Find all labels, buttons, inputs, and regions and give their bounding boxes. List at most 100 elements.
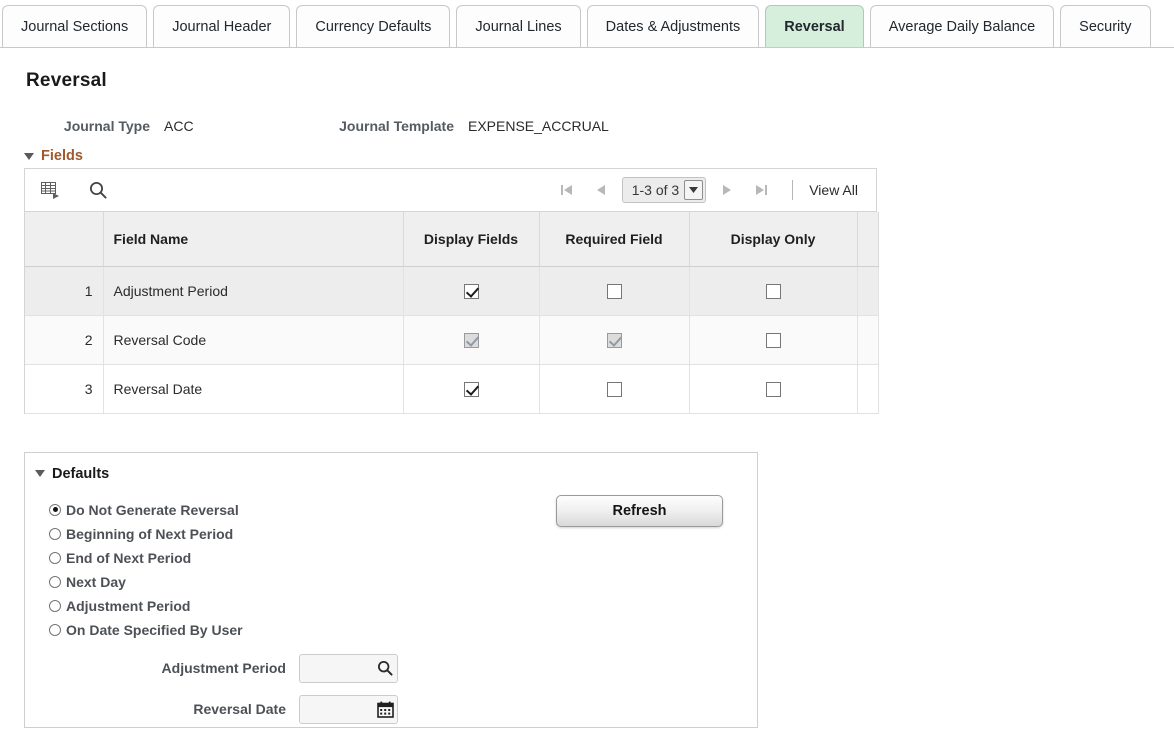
- field-name-cell: Adjustment Period: [103, 266, 404, 316]
- required-field-checkbox: [606, 332, 622, 348]
- required-field-cell: [539, 266, 690, 316]
- required-field-cell: [539, 364, 690, 414]
- lookup-search-icon[interactable]: [372, 654, 398, 683]
- page-range-label: 1-3 of 3: [631, 182, 680, 198]
- row-number: 2: [25, 315, 104, 365]
- tab-label: Journal Lines: [475, 18, 562, 35]
- radio-indicator[interactable]: [49, 599, 61, 612]
- first-page-icon[interactable]: [550, 177, 584, 203]
- defaults-panel: Defaults Do Not Generate Reversal Beginn…: [24, 451, 758, 728]
- column-header-required-field[interactable]: Required Field: [539, 212, 690, 267]
- fields-section-header[interactable]: Fields: [24, 148, 1174, 164]
- tab-label: Currency Defaults: [315, 18, 432, 35]
- radio-label: On Date Specified By User: [66, 621, 243, 638]
- view-all-link[interactable]: View All: [809, 182, 864, 198]
- radio-next-day[interactable]: Next Day: [49, 570, 757, 594]
- display-fields-cell: [403, 266, 540, 316]
- fields-grid: 1-3 of 3 View All Field Name Display Fie…: [24, 168, 879, 414]
- tab-label: Security: [1079, 18, 1132, 35]
- field-name-cell: Reversal Date: [103, 364, 404, 414]
- tab-label: Journal Header: [172, 18, 272, 35]
- display-fields-cell: [403, 364, 540, 414]
- table-header-row: Field Name Display Fields Required Field…: [25, 212, 879, 267]
- radio-indicator[interactable]: [49, 575, 61, 588]
- adjustment-period-row: Adjustment Period: [25, 653, 757, 683]
- radio-label: Do Not Generate Reversal: [66, 501, 239, 518]
- display-only-checkbox[interactable]: [765, 381, 781, 397]
- tab-dates-adjustments[interactable]: Dates & Adjustments: [586, 5, 760, 47]
- journal-type-label: Journal Type: [63, 118, 150, 134]
- page-title: Reversal: [26, 70, 107, 91]
- previous-page-icon[interactable]: [584, 177, 618, 203]
- required-field-cell: [539, 315, 690, 365]
- trailing-cell: [857, 364, 879, 414]
- radio-label: Adjustment Period: [66, 597, 191, 614]
- row-number: 3: [25, 364, 104, 414]
- reversal-date-row: Reversal Date: [25, 694, 757, 724]
- radio-indicator[interactable]: [49, 527, 61, 540]
- display-only-cell: [689, 266, 858, 316]
- grid-find-search-icon[interactable]: [87, 179, 109, 201]
- trailing-cell: [857, 266, 879, 316]
- display-only-checkbox[interactable]: [765, 283, 781, 299]
- column-header-display-fields[interactable]: Display Fields: [403, 212, 540, 267]
- radio-on-date-specified-by-user[interactable]: On Date Specified By User: [49, 618, 757, 642]
- tab-security[interactable]: Security: [1060, 5, 1151, 47]
- required-field-checkbox[interactable]: [606, 283, 622, 299]
- collapse-triangle-icon[interactable]: [24, 152, 34, 160]
- radio-indicator[interactable]: [49, 503, 61, 516]
- display-only-cell: [689, 364, 858, 414]
- field-name-cell: Reversal Code: [103, 315, 404, 365]
- tab-average-daily-balance[interactable]: Average Daily Balance: [869, 5, 1055, 47]
- column-header-rownum[interactable]: [25, 212, 104, 267]
- fields-section-title: Fields: [41, 148, 83, 164]
- display-fields-cell: [403, 315, 540, 365]
- collapse-triangle-icon[interactable]: [35, 470, 45, 477]
- refresh-button[interactable]: Refresh: [556, 494, 723, 527]
- display-fields-checkbox[interactable]: [463, 381, 479, 397]
- tab-journal-header[interactable]: Journal Header: [153, 5, 291, 47]
- display-only-checkbox[interactable]: [765, 332, 781, 348]
- display-fields-checkbox: [463, 332, 479, 348]
- tab-strip: Journal Sections Journal Header Currency…: [0, 0, 1174, 48]
- calendar-icon[interactable]: [372, 695, 398, 724]
- radio-adjustment-period[interactable]: Adjustment Period: [49, 594, 757, 618]
- toolbar-divider: [792, 180, 794, 200]
- journal-type-value: ACC: [164, 118, 194, 134]
- column-header-field-name[interactable]: Field Name: [103, 212, 404, 267]
- table-row: 2 Reversal Code: [25, 315, 879, 365]
- radio-label: Beginning of Next Period: [66, 525, 234, 542]
- chevron-down-icon[interactable]: [684, 180, 704, 200]
- grid-toolbar: 1-3 of 3 View All: [25, 169, 876, 212]
- radio-indicator[interactable]: [49, 623, 61, 636]
- required-field-checkbox[interactable]: [606, 381, 622, 397]
- defaults-section-header[interactable]: Defaults: [25, 453, 757, 482]
- column-header-display-only[interactable]: Display Only: [689, 212, 858, 267]
- tab-label: Dates & Adjustments: [605, 18, 741, 35]
- display-fields-checkbox[interactable]: [463, 283, 479, 299]
- tab-journal-lines[interactable]: Journal Lines: [456, 5, 581, 47]
- radio-end-of-next-period[interactable]: End of Next Period: [49, 546, 757, 570]
- page-range-selector[interactable]: 1-3 of 3: [621, 177, 707, 203]
- tab-reversal[interactable]: Reversal: [765, 5, 864, 47]
- next-page-icon[interactable]: [710, 177, 744, 203]
- trailing-cell: [857, 315, 879, 365]
- tab-journal-sections[interactable]: Journal Sections: [2, 5, 148, 47]
- radio-label: Next Day: [66, 573, 126, 590]
- last-page-icon[interactable]: [744, 177, 778, 203]
- tab-label: Average Daily Balance: [888, 18, 1036, 35]
- journal-info-row: Journal Type ACC Journal Template EXPENS…: [0, 118, 1174, 134]
- reversal-date-label: Reversal Date: [193, 701, 286, 717]
- tab-label: Reversal: [784, 18, 845, 35]
- adjustment-period-label: Adjustment Period: [161, 660, 286, 676]
- radio-indicator[interactable]: [49, 551, 61, 564]
- display-only-cell: [689, 315, 858, 365]
- tab-currency-defaults[interactable]: Currency Defaults: [296, 5, 451, 47]
- table-row: 3 Reversal Date: [25, 364, 879, 414]
- table-row: 1 Adjustment Period: [25, 266, 879, 316]
- grid-personalize-icon[interactable]: [39, 179, 61, 201]
- defaults-section-title: Defaults: [52, 465, 110, 482]
- radio-label: End of Next Period: [66, 549, 192, 566]
- journal-template-value: EXPENSE_ACCRUAL: [468, 118, 609, 134]
- journal-template-label: Journal Template: [339, 118, 454, 134]
